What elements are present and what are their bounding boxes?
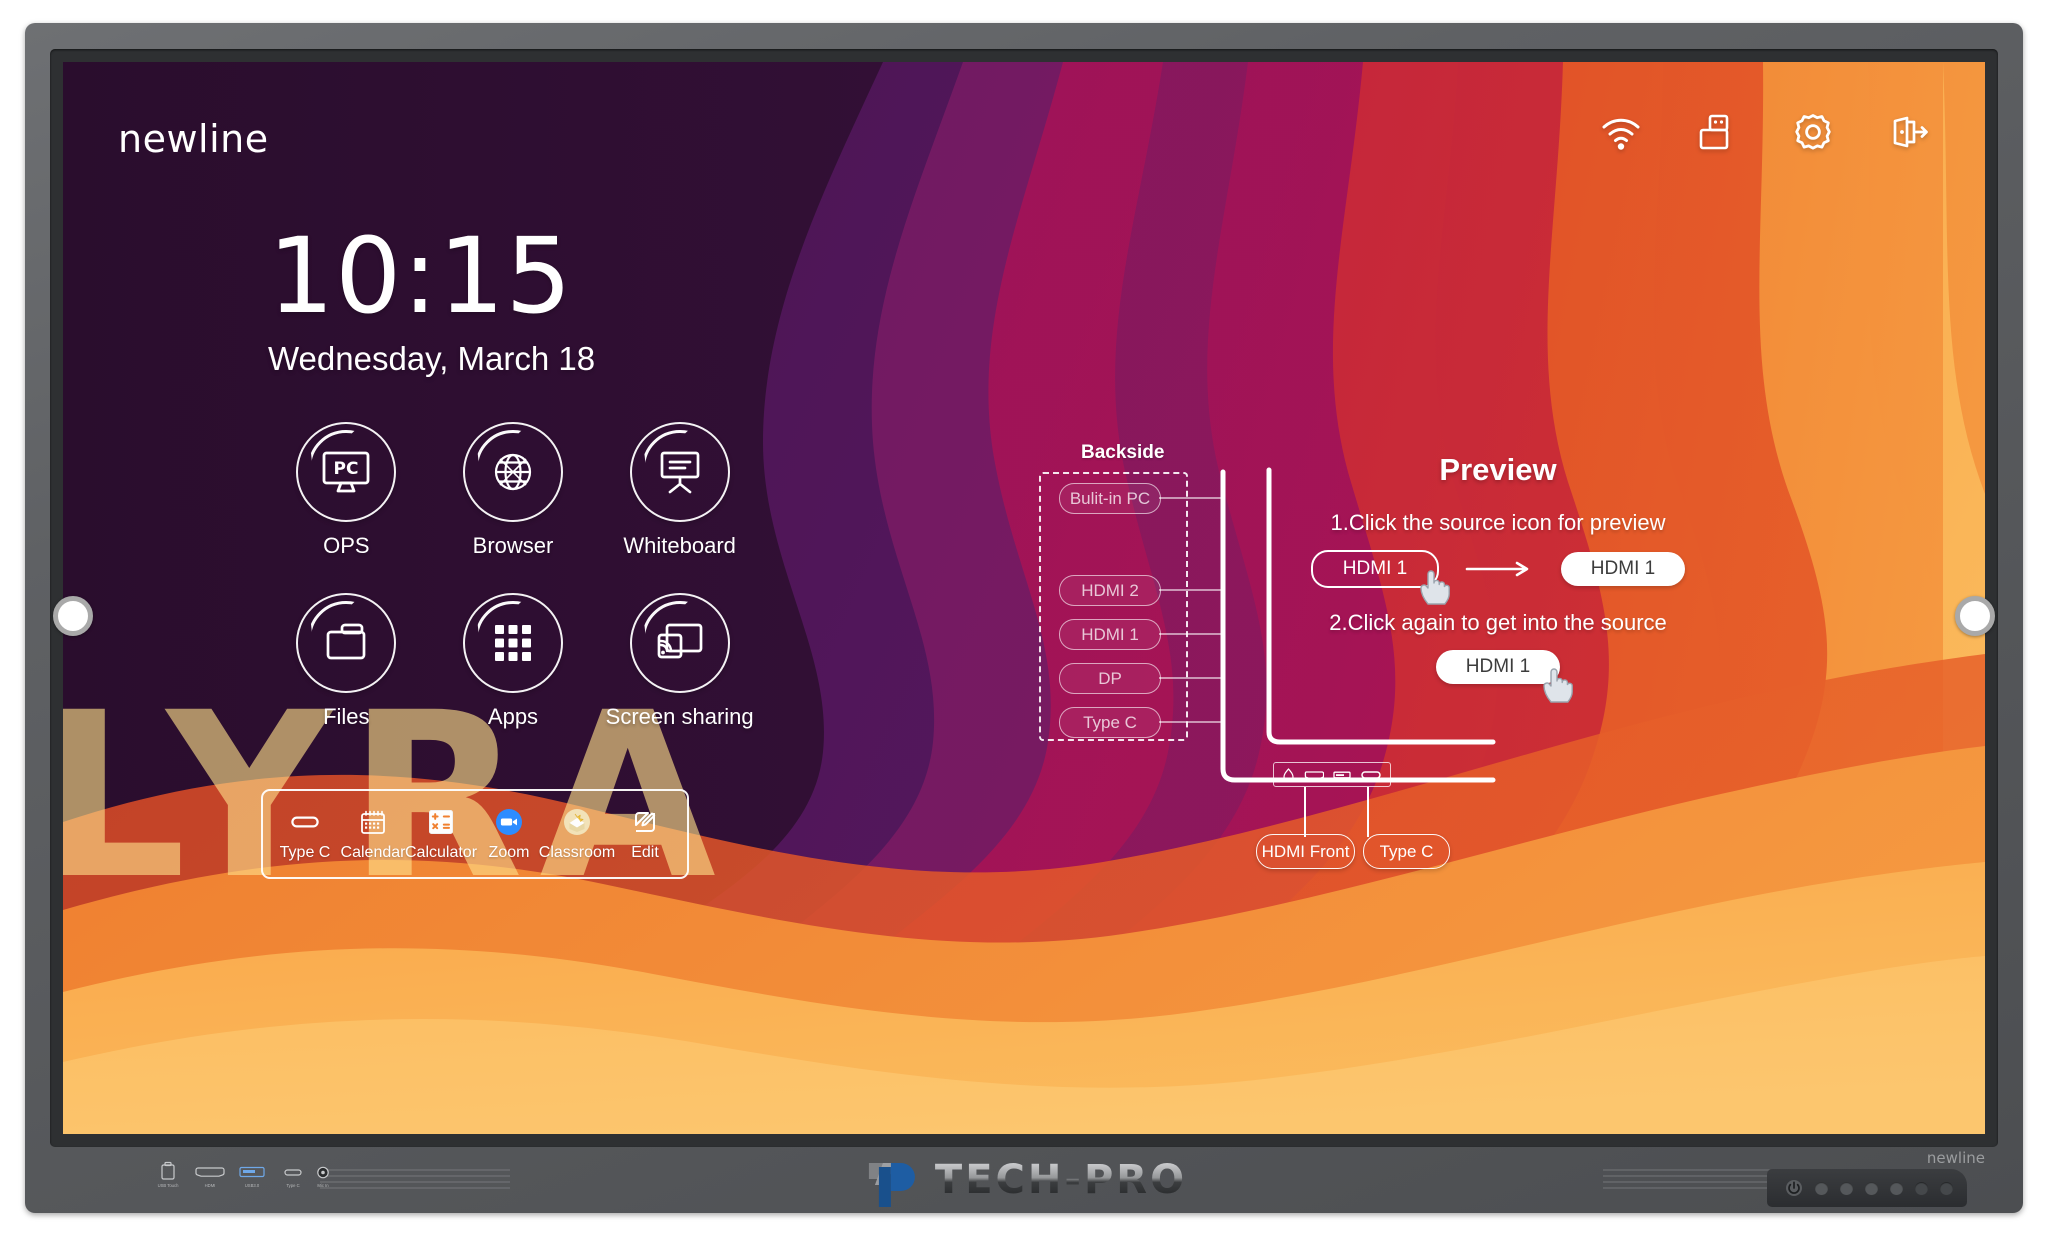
wifi-icon[interactable] <box>1599 110 1643 154</box>
screen-sharing-ring <box>629 593 730 693</box>
chip-label: HDMI 1 <box>1465 656 1531 677</box>
pc-monitor-icon: PC <box>322 451 370 493</box>
launcher-item-ops[interactable]: PC OPS <box>263 422 430 559</box>
control-key[interactable] <box>1915 1181 1928 1195</box>
usb-drive-icon[interactable] <box>1695 110 1739 154</box>
port-label-mic-in: Mic In <box>317 1183 329 1188</box>
dock-label: Zoom <box>488 843 530 861</box>
launcher-item-whiteboard[interactable]: Whiteboard <box>596 422 763 559</box>
clock-widget: 10:15 Wednesday, March 18 <box>268 215 596 378</box>
dock-bar: Type C Calendar Calculator Zoom Classroo… <box>261 789 689 879</box>
launcher-label: Screen sharing <box>605 704 754 729</box>
bezel-brand-logo: newline <box>1926 1149 1985 1167</box>
calendar-icon <box>358 807 388 837</box>
port-label-type-c: Type C <box>286 1183 299 1188</box>
dock-label: Classroom <box>538 843 616 861</box>
brand-logo: newline <box>118 117 269 161</box>
svg-text:PC: PC <box>334 459 359 479</box>
side-button-right[interactable] <box>1955 596 1995 636</box>
preview-step-2: 2.Click again to get into the source <box>1329 610 1667 635</box>
grid-apps-icon <box>494 625 531 661</box>
launcher-item-apps[interactable]: Apps <box>430 593 597 730</box>
whiteboard-easel-icon <box>660 451 700 494</box>
preview-chip-unselected[interactable]: HDMI 1 <box>1311 550 1450 605</box>
clock-time: 10:15 <box>268 215 573 337</box>
front-io-ports: USB Touch HDMI USB3.0 Type C Mic In <box>158 1161 329 1188</box>
dock-label: Calendar <box>340 843 406 861</box>
launcher-label: Files <box>323 704 370 729</box>
control-key[interactable] <box>1865 1181 1878 1195</box>
power-port-icon <box>1283 767 1294 782</box>
control-key[interactable] <box>1890 1181 1903 1195</box>
connector-line <box>1304 787 1307 837</box>
folder-icon <box>326 623 366 660</box>
tap-hand-icon <box>1543 668 1573 703</box>
port-label-usb3: USB3.0 <box>245 1183 260 1188</box>
status-bar <box>1599 110 1931 154</box>
files-ring <box>296 593 397 693</box>
usb-port-icon <box>1333 771 1352 778</box>
dock-label: Type C <box>279 843 331 861</box>
control-key[interactable] <box>1840 1181 1853 1195</box>
apps-ring <box>462 593 563 693</box>
arrow-right-icon <box>1465 561 1529 577</box>
dock-item-type-c[interactable]: Type C <box>271 807 339 862</box>
port-label-usb-touch: USB Touch <box>158 1183 180 1188</box>
interactive-display-device: LYRA newline 10:15 Wednesday, March 18 P… <box>25 23 2023 1213</box>
connector-line <box>1367 787 1370 837</box>
display-screen: LYRA newline 10:15 Wednesday, March 18 P… <box>63 62 1985 1134</box>
calculator-icon <box>426 807 456 837</box>
dock-item-zoom[interactable]: Zoom <box>475 807 543 862</box>
hdmi-port-icon <box>1304 770 1324 779</box>
speaker-grille-left <box>320 1169 510 1189</box>
dock-item-classroom[interactable]: Classroom <box>539 807 615 862</box>
chip-label: HDMI 1 <box>1342 558 1408 579</box>
zoom-video-icon <box>494 807 524 837</box>
launcher-item-files[interactable]: Files <box>263 593 430 730</box>
side-button-left[interactable] <box>53 596 93 636</box>
front-pill-type-c[interactable]: Type C <box>1363 834 1450 869</box>
dock-item-calculator[interactable]: Calculator <box>404 807 478 862</box>
port-label-hdmi: HDMI <box>205 1183 216 1188</box>
preview-title: Preview <box>1439 452 1557 487</box>
screen-cast-icon <box>657 623 703 659</box>
whiteboard-ring <box>629 422 730 522</box>
preview-chip-step2[interactable]: HDMI 1 <box>1436 650 1573 703</box>
type-c-port-icon <box>1361 770 1381 779</box>
exit-icon[interactable] <box>1887 110 1931 154</box>
launcher-label: Whiteboard <box>623 533 736 558</box>
ops-ring: PC <box>296 422 397 522</box>
globe-icon <box>494 453 532 491</box>
chip-label: HDMI 1 <box>1590 558 1656 579</box>
classroom-icon <box>562 807 592 837</box>
dock-item-calendar[interactable]: Calendar <box>339 807 407 862</box>
tap-hand-icon <box>1420 570 1450 605</box>
gear-icon[interactable] <box>1791 110 1835 154</box>
clock-date: Wednesday, March 18 <box>268 339 596 377</box>
launcher-label: Apps <box>487 704 539 729</box>
app-launcher: PC OPS Browser Whiteboard Files Apps Scr… <box>263 422 763 730</box>
speaker-grille-right <box>1603 1169 1793 1189</box>
dock-label: Calculator <box>404 843 478 861</box>
type-c-icon <box>290 807 320 837</box>
front-port-strip <box>1273 762 1391 787</box>
control-key[interactable] <box>1815 1181 1828 1195</box>
browser-ring <box>462 422 563 522</box>
dock-item-edit[interactable]: Edit <box>611 807 679 862</box>
preview-demo-row-1: HDMI 1 HDMI 1 <box>1303 550 1693 605</box>
control-key-panel <box>1767 1169 1967 1207</box>
launcher-item-browser[interactable]: Browser <box>430 422 597 559</box>
preview-panel: Preview 1.Click the source icon for prev… <box>1303 452 1693 703</box>
control-key[interactable] <box>1940 1181 1953 1195</box>
launcher-label: OPS <box>323 533 370 558</box>
preview-demo-row-2: HDMI 1 <box>1303 650 1693 703</box>
launcher-label: Browser <box>472 533 554 558</box>
front-pill-hdmi-front[interactable]: HDMI Front <box>1256 834 1355 869</box>
launcher-item-screen-sharing[interactable]: Screen sharing <box>596 593 763 730</box>
preview-step-1: 1.Click the source icon for preview <box>1330 510 1666 535</box>
preview-chip-selected[interactable]: HDMI 1 <box>1561 552 1685 586</box>
dock-label: Edit <box>631 843 659 861</box>
power-button-icon[interactable] <box>1785 1179 1803 1197</box>
edit-pencil-icon <box>630 807 660 837</box>
